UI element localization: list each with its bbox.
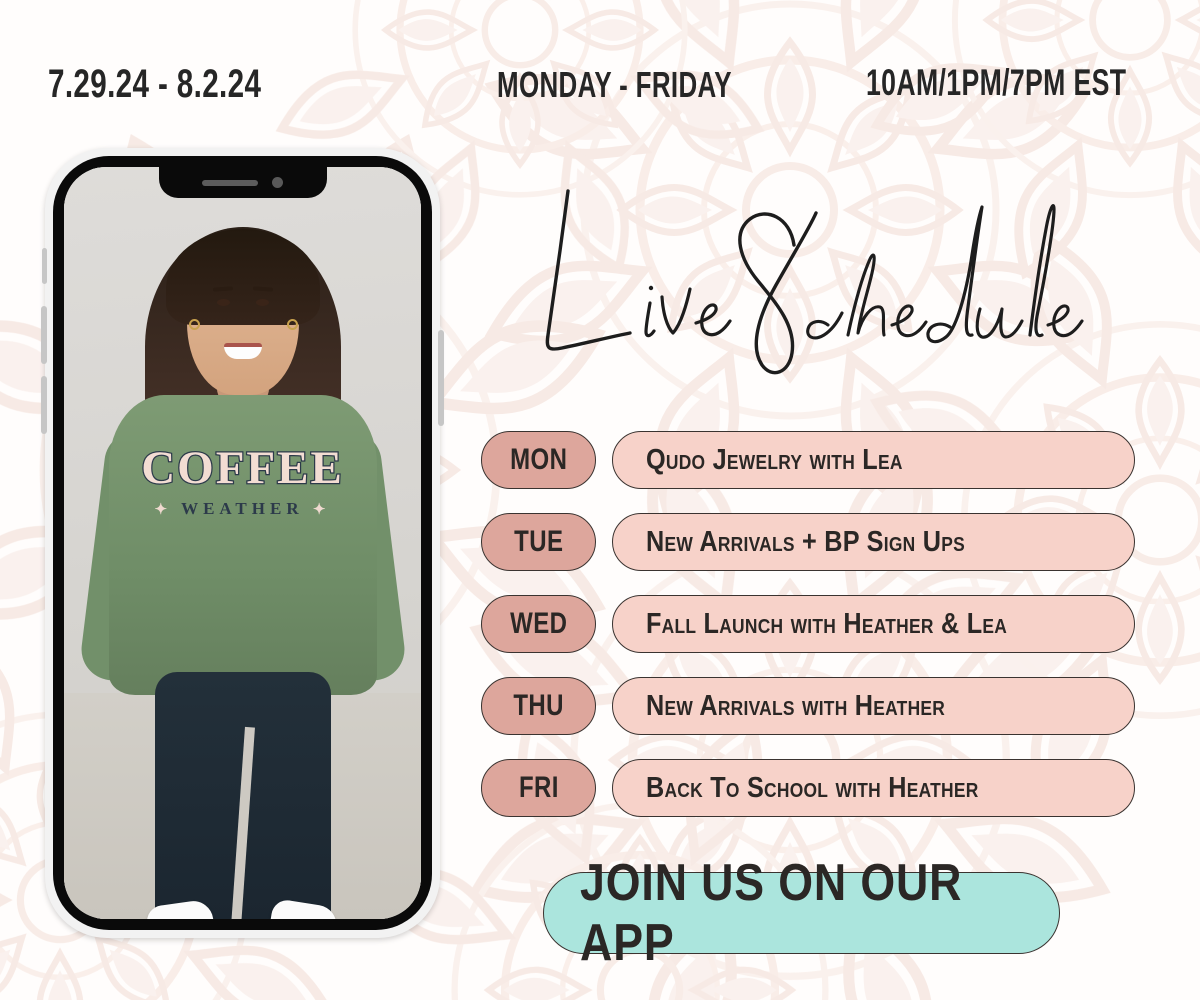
day-label: WED — [509, 607, 568, 640]
hoop-earring-left — [188, 319, 200, 330]
day-label: FRI — [518, 771, 559, 804]
sparkle-icon-left: ✦ — [154, 502, 173, 518]
day-label: MON — [509, 443, 568, 476]
sparkle-icon-right: ✦ — [312, 502, 331, 518]
event-label: New Arrivals + BP Sign Ups — [646, 525, 965, 558]
join-app-button[interactable]: JOIN US ON OUR APP — [543, 854, 1060, 972]
day-badge-tue[interactable]: TUE — [481, 513, 596, 571]
page-title: Live Schedule — [545, 189, 1084, 375]
day-badge-mon[interactable]: MON — [481, 431, 596, 489]
event-pill-wed[interactable]: Fall Launch with Heather & Lea — [612, 595, 1135, 653]
model-photo: COFFEE ✦ WEATHER ✦ — [64, 167, 421, 919]
day-label: TUE — [513, 525, 564, 558]
sweatshirt-graphic: COFFEE ✦ WEATHER ✦ — [138, 442, 348, 518]
sweatshirt-graphic-line-one: COFFEE — [140, 442, 344, 494]
join-app-button-label: JOIN US ON OUR APP — [580, 854, 963, 972]
sweatshirt-weather-text: WEATHER — [181, 499, 304, 518]
event-pill-tue[interactable]: New Arrivals + BP Sign Ups — [612, 513, 1135, 571]
schedule-row[interactable]: MON Qudo Jewelry with Lea — [481, 431, 1135, 489]
event-pill-thu[interactable]: New Arrivals with Heather — [612, 677, 1135, 735]
days-range-label: MONDAY - FRIDAY — [497, 64, 732, 105]
volume-down-button[interactable] — [41, 376, 47, 434]
broadcast-times-label: 10AM/1PM/7PM EST — [866, 62, 1127, 103]
event-label: New Arrivals with Heather — [646, 689, 946, 722]
volume-up-button[interactable] — [41, 306, 47, 364]
mute-switch-button[interactable] — [42, 248, 47, 284]
phone-screen: COFFEE ✦ WEATHER ✦ — [64, 167, 421, 919]
event-label: Qudo Jewelry with Lea — [646, 443, 903, 476]
speaker-icon — [202, 179, 258, 186]
schedule-row[interactable]: WED Fall Launch with Heather & Lea — [481, 595, 1135, 653]
schedule-row[interactable]: TUE New Arrivals + BP Sign Ups — [481, 513, 1135, 571]
camera-icon — [272, 177, 283, 188]
day-badge-thu[interactable]: THU — [481, 677, 596, 735]
hoop-earring-right — [286, 319, 298, 330]
schedule-row[interactable]: THU New Arrivals with Heather — [481, 677, 1135, 735]
phone-notch — [158, 167, 327, 198]
power-button[interactable] — [438, 330, 444, 426]
model-smile — [223, 343, 262, 359]
day-label: THU — [513, 689, 564, 722]
phone-mockup: COFFEE ✦ WEATHER ✦ — [41, 148, 444, 938]
day-badge-fri[interactable]: FRI — [481, 759, 596, 817]
live-schedule-graphic: 7.29.24 - 8.2.24 MONDAY - FRIDAY 10AM/1P… — [0, 0, 1200, 1000]
event-pill-fri[interactable]: Back To School with Heather — [612, 759, 1135, 817]
event-label: Fall Launch with Heather & Lea — [646, 607, 1008, 640]
model-eye-right — [255, 299, 269, 306]
sweatshirt-graphic-line-two: ✦ WEATHER ✦ — [138, 500, 348, 518]
model-eye-left — [216, 299, 230, 306]
schedule-list: MON Qudo Jewelry with Lea TUE New Arriva… — [481, 431, 1135, 841]
date-range-label: 7.29.24 - 8.2.24 — [48, 62, 262, 106]
green-sweatshirt — [108, 395, 377, 695]
day-badge-wed[interactable]: WED — [481, 595, 596, 653]
event-pill-mon[interactable]: Qudo Jewelry with Lea — [612, 431, 1135, 489]
event-label: Back To School with Heather — [646, 771, 979, 804]
schedule-row[interactable]: FRI Back To School with Heather — [481, 759, 1135, 817]
